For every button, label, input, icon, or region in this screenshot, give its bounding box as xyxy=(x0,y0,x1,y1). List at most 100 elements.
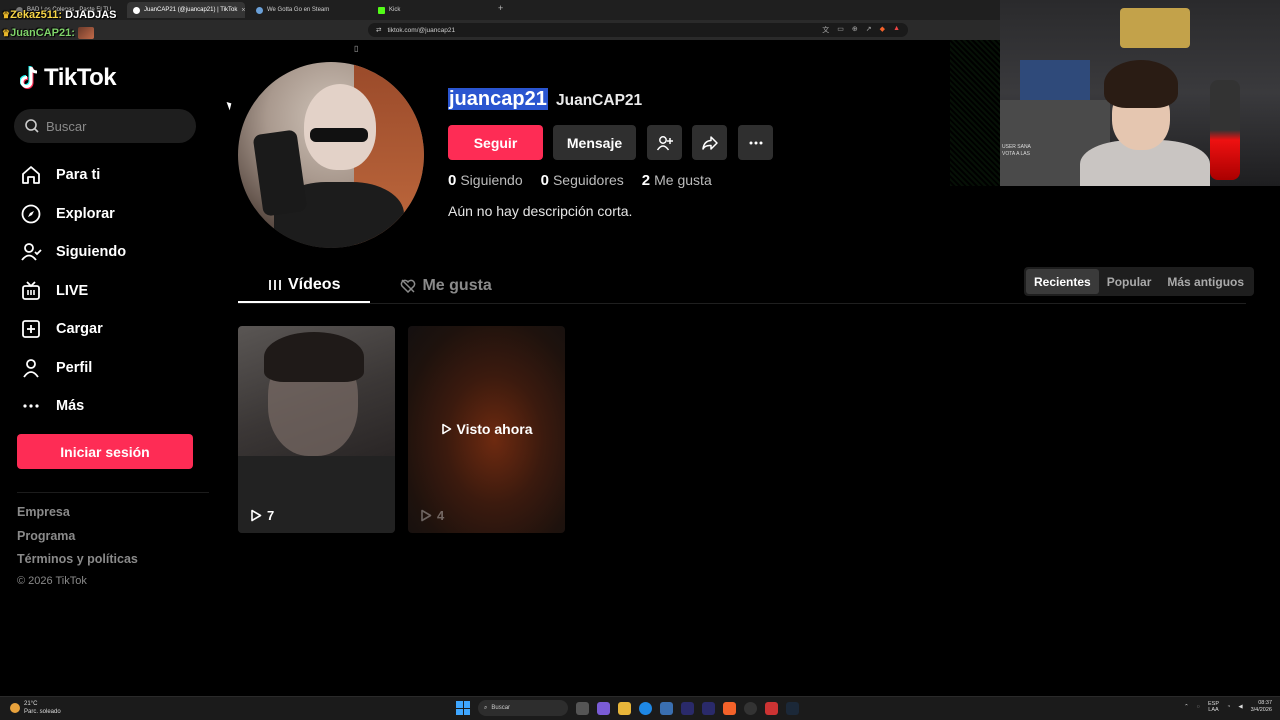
sidebar-item-perfil[interactable]: Perfil xyxy=(20,349,126,388)
sidebar-item-cargar[interactable]: Cargar xyxy=(20,310,126,349)
sidebar-nav: Para ti Explorar Siguiendo LIVE Cargar P… xyxy=(20,156,126,426)
profile-nickname: JuanCAP21 xyxy=(556,92,643,109)
suggested-accounts-button[interactable] xyxy=(647,125,682,160)
sort-oldest-button[interactable]: Más antiguos xyxy=(1159,269,1252,294)
sidebar-divider xyxy=(17,492,209,493)
browser-tab[interactable]: Kick xyxy=(372,2,490,18)
tray-chevron-icon[interactable]: ⌃ xyxy=(1184,704,1189,710)
compass-icon xyxy=(20,203,42,225)
footer-link-empresa[interactable]: Empresa xyxy=(17,505,138,529)
view-count: 7 xyxy=(250,508,274,523)
message-button[interactable]: Mensaje xyxy=(553,125,636,160)
volume-icon[interactable]: ◀ xyxy=(1238,704,1242,710)
sidebar-item-live[interactable]: LIVE xyxy=(20,272,126,311)
windows-start-icon[interactable] xyxy=(456,701,470,715)
obs-icon[interactable] xyxy=(744,701,757,715)
brave-rewards-icon[interactable]: ▲ xyxy=(893,25,900,35)
stream-chat-overlay: ♛Zekaz511: DJADJAS ♛JuanCAP21: xyxy=(2,6,116,42)
cast-icon[interactable]: ▭ xyxy=(837,25,844,35)
play-icon xyxy=(441,423,451,435)
brave-shield-icon[interactable]: ◆ xyxy=(880,25,885,35)
edge-icon[interactable] xyxy=(639,701,652,715)
sort-popular-button[interactable]: Popular xyxy=(1099,269,1160,294)
webcam-overlay: USER SANA VOTA A LAS xyxy=(1000,0,1280,186)
tiktok-favicon-icon xyxy=(133,6,140,14)
watched-now-label: Visto ahora xyxy=(408,421,565,437)
app-mm-icon[interactable] xyxy=(702,701,715,715)
chat-message: ♛JuanCAP21: xyxy=(2,24,116,42)
profile-stats: 0 Siguiendo 0 Seguidores 2 Me gusta xyxy=(448,172,712,189)
tab-likes[interactable]: Me gusta xyxy=(370,268,521,303)
translate-icon[interactable]: 文 xyxy=(822,25,829,35)
stat-followers[interactable]: 0 Seguidores xyxy=(541,172,624,189)
sidebar-item-siguiendo[interactable]: Siguiendo xyxy=(20,233,126,272)
follow-button[interactable]: Seguir xyxy=(448,125,543,160)
share-arrow-icon xyxy=(701,135,718,150)
system-tray: ⌃ ◌ ESP LAA ◔ ◀ 08:37 3/4/2026 xyxy=(1184,700,1272,714)
video-card[interactable]: Visto ahora 4 xyxy=(408,326,565,533)
stat-following[interactable]: 0 Siguiendo xyxy=(448,172,523,189)
login-button[interactable]: Iniciar sesión xyxy=(17,434,193,469)
more-options-button[interactable] xyxy=(738,125,773,160)
crown-icon: ♛ xyxy=(2,10,11,20)
taskbar-apps: ⌕ Buscar xyxy=(456,700,799,716)
share-icon[interactable]: ↗ xyxy=(866,25,872,35)
task-view-icon[interactable] xyxy=(576,701,589,715)
close-tab-icon[interactable]: × xyxy=(241,7,245,14)
grid-icon xyxy=(269,279,281,290)
new-tab-button[interactable]: + xyxy=(498,3,503,13)
file-explorer-icon[interactable] xyxy=(618,701,631,715)
search-icon xyxy=(25,119,39,133)
recorder-icon[interactable] xyxy=(765,701,778,715)
wifi-icon[interactable]: ◔ xyxy=(1227,704,1230,710)
crown-icon: ♛ xyxy=(2,28,11,38)
url-field[interactable]: ⇄ tiktok.com/@juancap21 文 ▭ ⊕ ↗ ◆ ▲ xyxy=(368,23,908,37)
footer-link-programa[interactable]: Programa xyxy=(17,529,138,553)
network-icon[interactable]: ◌ xyxy=(1197,704,1200,710)
webcam-overlay-text: USER SANA VOTA A LAS xyxy=(1002,144,1031,157)
brave-icon[interactable] xyxy=(723,701,736,715)
search-input[interactable]: Buscar xyxy=(14,109,196,143)
play-icon xyxy=(421,509,432,522)
profile-icon xyxy=(20,357,42,379)
avatar[interactable] xyxy=(238,62,424,248)
steam-icon[interactable] xyxy=(786,701,799,715)
browser-tab-active[interactable]: JuanCAP21 (@juancap21) | TikTok × xyxy=(127,2,245,18)
taskbar-search[interactable]: ⌕ Buscar xyxy=(478,700,568,716)
tiktok-note-icon xyxy=(20,66,38,89)
widgets-icon[interactable] xyxy=(597,701,610,715)
app-fe-icon[interactable] xyxy=(681,701,694,715)
microphone xyxy=(1210,80,1240,180)
profile-username: juancap21 xyxy=(448,88,548,110)
stream-overlay-noise xyxy=(950,40,1000,186)
site-info-icon[interactable]: ⇄ xyxy=(376,26,381,34)
sort-recent-button[interactable]: Recientes xyxy=(1026,269,1099,294)
browser-tab[interactable]: We Gotta Go en Steam xyxy=(250,2,368,18)
sidebar-item-para-ti[interactable]: Para ti xyxy=(20,156,126,195)
address-toolbar: 文 ▭ ⊕ ↗ ◆ ▲ xyxy=(822,25,900,35)
hidden-heart-icon xyxy=(401,278,416,293)
zoom-icon[interactable]: ⊕ xyxy=(852,25,858,35)
footer-link-terminos[interactable]: Términos y políticas xyxy=(17,552,138,576)
tabs-divider xyxy=(238,303,1246,304)
sidebar-item-mas[interactable]: Más xyxy=(20,387,126,426)
tab-videos[interactable]: Vídeos xyxy=(238,268,371,303)
play-icon xyxy=(251,509,262,522)
more-icon xyxy=(20,395,42,417)
weather-widget[interactable]: 21°C Parc. soleado xyxy=(10,700,61,716)
language-indicator[interactable]: ESP LAA xyxy=(1208,701,1219,713)
browser-addressbar: ▯ ⇄ tiktok.com/@juancap21 文 ▭ ⊕ ↗ ◆ ▲ xyxy=(0,20,1000,53)
mouse-cursor-icon xyxy=(226,100,234,111)
steam-favicon-icon xyxy=(256,6,263,14)
emote-icon xyxy=(77,27,94,40)
video-card[interactable]: 7 xyxy=(238,326,395,533)
share-button[interactable] xyxy=(692,125,727,160)
clock[interactable]: 08:37 3/4/2026 xyxy=(1251,700,1272,714)
stat-likes: 2 Me gusta xyxy=(641,172,712,189)
copyright: © 2026 TikTok xyxy=(17,575,87,587)
sidebar-item-explorar[interactable]: Explorar xyxy=(20,195,126,234)
tiktok-logo[interactable]: TikTok xyxy=(20,64,117,92)
bookmark-icon[interactable]: ▯ xyxy=(354,44,358,53)
calculator-icon[interactable] xyxy=(660,701,673,715)
live-icon xyxy=(20,280,42,302)
